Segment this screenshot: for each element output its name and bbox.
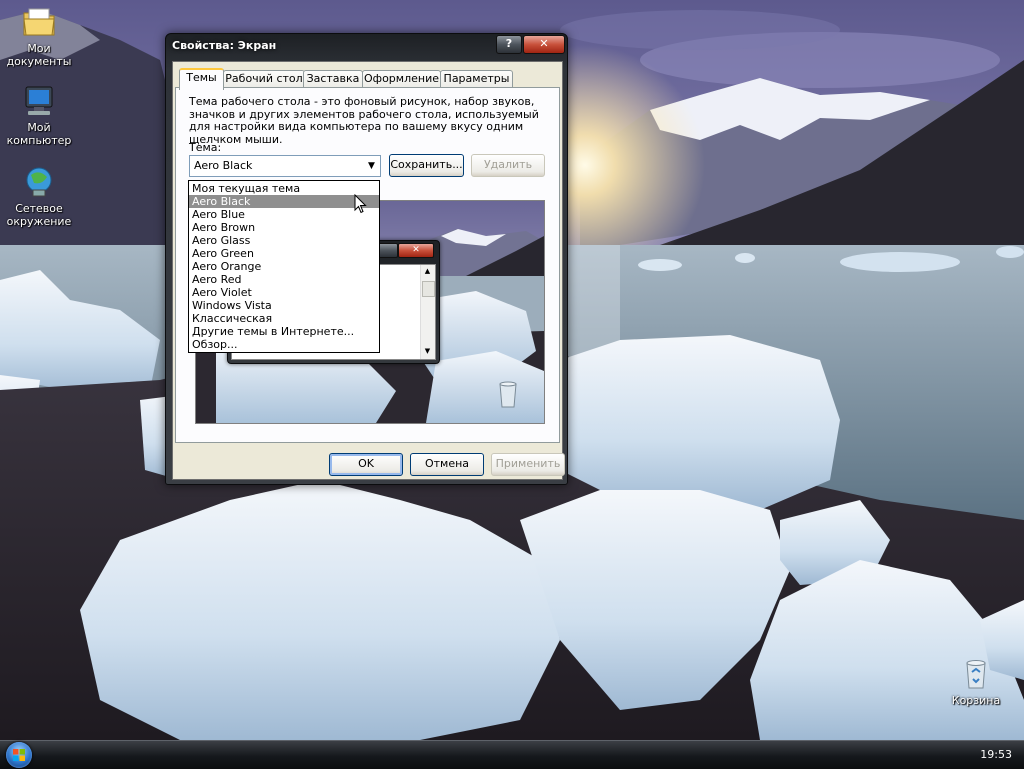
dropdown-item[interactable]: Aero Violet bbox=[189, 286, 379, 299]
start-button[interactable] bbox=[6, 742, 32, 768]
close-icon: ✕ bbox=[539, 37, 549, 50]
theme-select-value: Aero Black bbox=[194, 159, 253, 172]
dropdown-item[interactable]: Aero Brown bbox=[189, 221, 379, 234]
window-title: Свойства: Экран bbox=[172, 39, 277, 52]
tab-desktop[interactable]: Рабочий стол bbox=[223, 70, 305, 88]
desktop-icon-my-computer[interactable]: Мой компьютер bbox=[1, 84, 77, 147]
dropdown-item[interactable]: Другие темы в Интернете... bbox=[189, 325, 379, 338]
network-icon bbox=[22, 165, 56, 199]
tab-appearance[interactable]: Оформление bbox=[362, 70, 441, 88]
desktop-icon-network[interactable]: Сетевое окружение bbox=[1, 165, 77, 228]
theme-description: Тема рабочего стола - это фоновый рисуно… bbox=[189, 95, 539, 146]
dropdown-item[interactable]: Aero Glass bbox=[189, 234, 379, 247]
my-documents-icon bbox=[22, 5, 56, 39]
dropdown-item[interactable]: Aero Blue bbox=[189, 208, 379, 221]
dropdown-item[interactable]: Моя текущая тема bbox=[189, 182, 379, 195]
preview-scrollbar: ▲ ▼ bbox=[420, 265, 435, 359]
preview-close-icon: ✕ bbox=[398, 243, 434, 258]
taskbar: 19:53 bbox=[0, 740, 1024, 769]
preview-recycle-bin-icon bbox=[499, 381, 517, 408]
ok-button[interactable]: OK bbox=[329, 453, 403, 476]
save-theme-button[interactable]: Сохранить... bbox=[389, 154, 464, 177]
desktop-icon-recycle-bin[interactable]: Корзина bbox=[938, 657, 1014, 707]
dropdown-item[interactable]: Классическая bbox=[189, 312, 379, 325]
mouse-cursor-icon bbox=[354, 193, 367, 217]
my-computer-icon bbox=[22, 84, 56, 118]
dropdown-item[interactable]: Aero Green bbox=[189, 247, 379, 260]
theme-select[interactable]: Aero Black ▼ bbox=[189, 155, 381, 177]
dropdown-item[interactable]: Обзор... bbox=[189, 338, 379, 351]
windows-logo-icon bbox=[13, 749, 25, 761]
dropdown-item[interactable]: Aero Red bbox=[189, 273, 379, 286]
desktop-icon-label: Сетевое окружение bbox=[6, 202, 72, 228]
desktop-icon-label: Мой компьютер bbox=[6, 121, 72, 147]
preview-maximize-icon bbox=[378, 243, 398, 258]
recycle-bin-icon bbox=[959, 657, 993, 691]
desktop-icon-my-documents[interactable]: Мои документы bbox=[1, 5, 77, 68]
dropdown-item-selected[interactable]: Aero Black bbox=[189, 195, 379, 208]
dropdown-item[interactable]: Windows Vista bbox=[189, 299, 379, 312]
theme-dropdown-list: Моя текущая тема Aero Black Aero Blue Ae… bbox=[188, 180, 380, 353]
taskbar-clock[interactable]: 19:53 bbox=[980, 748, 1012, 761]
close-button[interactable]: ✕ bbox=[523, 35, 565, 54]
apply-button[interactable]: Применить bbox=[491, 453, 565, 476]
help-button[interactable]: ? bbox=[496, 35, 522, 54]
theme-label: Тема: bbox=[189, 141, 222, 154]
delete-theme-button[interactable]: Удалить bbox=[471, 154, 545, 177]
desktop-icon-label: Корзина bbox=[951, 694, 1001, 707]
tab-settings[interactable]: Параметры bbox=[440, 70, 513, 88]
tab-themes[interactable]: Темы bbox=[179, 68, 224, 90]
tab-screensaver[interactable]: Заставка bbox=[303, 70, 363, 88]
window-titlebar[interactable]: Свойства: Экран ? ✕ bbox=[166, 34, 567, 58]
chevron-down-icon[interactable]: ▼ bbox=[363, 156, 380, 176]
dropdown-item[interactable]: Aero Orange bbox=[189, 260, 379, 273]
cancel-button[interactable]: Отмена bbox=[410, 453, 484, 476]
desktop-icon-label: Мои документы bbox=[6, 42, 72, 68]
